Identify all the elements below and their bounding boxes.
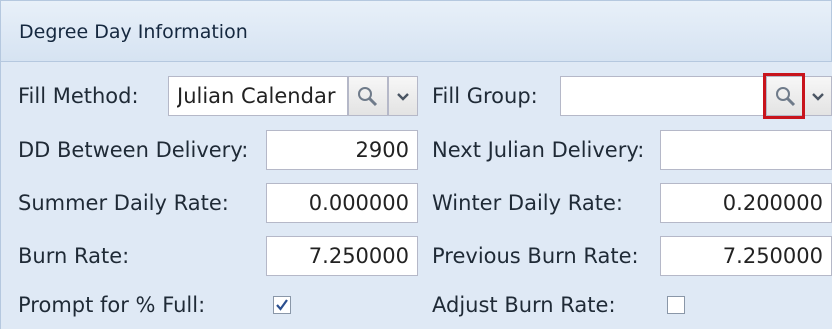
degree-day-panel: Degree Day Information Fill Method: Fill… <box>0 0 832 329</box>
previous-burn-rate-input[interactable] <box>660 236 832 276</box>
fill-method-search-button[interactable] <box>348 76 388 116</box>
summer-daily-rate-input[interactable] <box>266 183 418 223</box>
fill-group-combo[interactable] <box>560 76 766 116</box>
adjust-burn-rate-checkbox[interactable] <box>667 296 685 314</box>
adjust-burn-rate-label: Adjust Burn Rate: <box>432 293 616 317</box>
burn-rate-label: Burn Rate: <box>18 244 130 268</box>
winter-daily-rate-input[interactable] <box>660 183 832 223</box>
fill-method-dropdown-button[interactable] <box>388 76 418 116</box>
magnifier-icon <box>776 87 796 107</box>
fill-method-combo[interactable] <box>168 76 348 116</box>
prompt-for-full-checkbox[interactable] <box>273 296 291 314</box>
next-julian-delivery-label: Next Julian Delivery: <box>432 138 645 162</box>
magnifier-icon <box>358 87 378 107</box>
chevron-down-icon <box>812 93 824 101</box>
panel-header: Degree Day Information <box>0 0 832 62</box>
dd-between-delivery-input[interactable] <box>266 130 418 170</box>
summer-daily-rate-label: Summer Daily Rate: <box>18 191 229 215</box>
panel-title: Degree Day Information <box>19 21 248 43</box>
chevron-down-icon <box>397 93 409 101</box>
fill-group-search-button[interactable] <box>766 76 804 116</box>
checkmark-icon <box>276 299 288 311</box>
fill-group-dropdown-button[interactable] <box>804 76 832 116</box>
burn-rate-input[interactable] <box>266 236 418 276</box>
prompt-for-full-label: Prompt for % Full: <box>18 293 206 317</box>
fill-group-label: Fill Group: <box>432 84 538 108</box>
fill-method-label: Fill Method: <box>18 84 139 108</box>
dd-between-delivery-label: DD Between Delivery: <box>18 138 249 162</box>
next-julian-delivery-input[interactable] <box>660 130 832 170</box>
winter-daily-rate-label: Winter Daily Rate: <box>432 191 623 215</box>
previous-burn-rate-label: Previous Burn Rate: <box>432 244 639 268</box>
